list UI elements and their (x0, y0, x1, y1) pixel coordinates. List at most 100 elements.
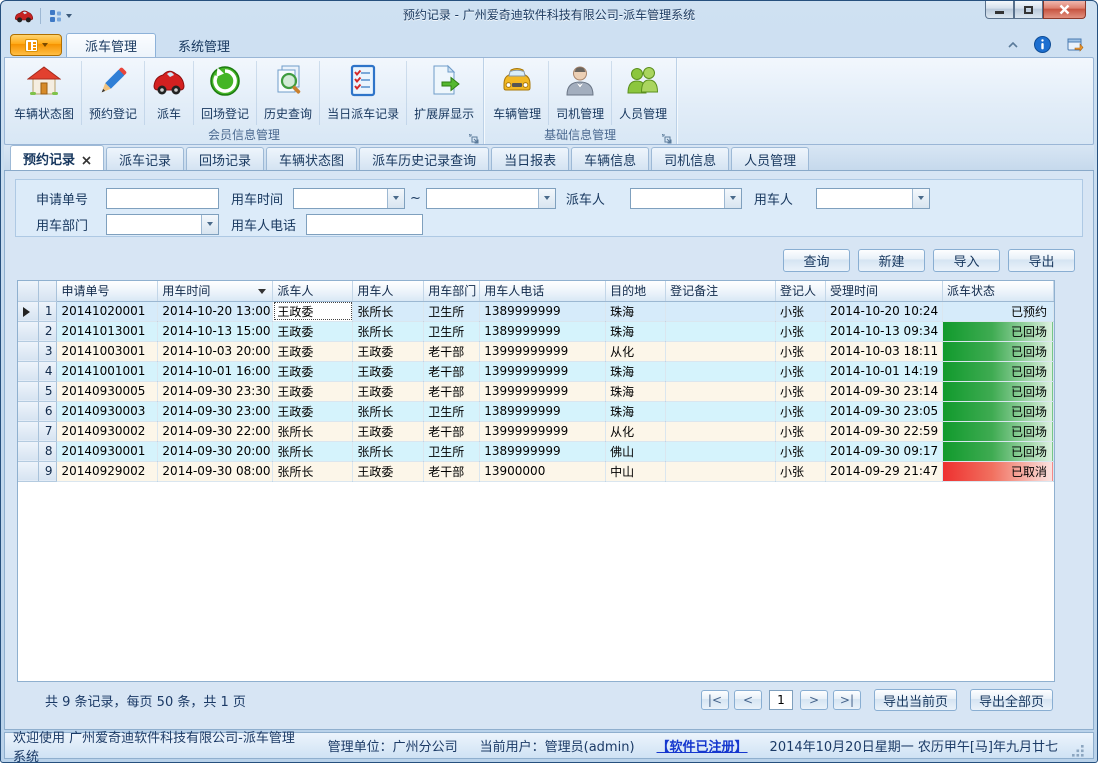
cell-register-note[interactable] (666, 421, 776, 441)
return-register-button[interactable]: 回场登记 (194, 61, 257, 125)
cell-application-no[interactable]: 20140930001 (57, 441, 158, 461)
cell-use-time[interactable]: 2014-09-30 23:00 (158, 401, 273, 421)
last-page-button[interactable]: >| (833, 690, 861, 710)
extend-screen-button[interactable]: 扩展屏显示 (407, 61, 481, 125)
cell-destination[interactable]: 佛山 (606, 441, 666, 461)
cell-car-user[interactable]: 王政委 (353, 381, 424, 401)
cell-user-phone[interactable]: 13999999999 (480, 361, 606, 381)
cell-accept-time[interactable]: 2014-10-03 18:11 (826, 341, 943, 361)
cell-user-phone[interactable]: 1389999999 (480, 401, 606, 421)
cell-user-phone[interactable]: 13999999999 (480, 381, 606, 401)
cell-car-user[interactable]: 王政委 (353, 361, 424, 381)
vehicle-management-button[interactable]: 车辆管理 (486, 61, 549, 125)
cell-registrar[interactable]: 小张 (776, 421, 826, 441)
cell-use-time[interactable]: 2014-09-30 20:00 (158, 441, 273, 461)
export-current-page-button[interactable]: 导出当前页 (874, 689, 957, 711)
column-header-registrar[interactable]: 登记人 (776, 281, 826, 301)
row-indicator-cell[interactable] (18, 441, 39, 461)
cell-department[interactable]: 老干部 (424, 381, 480, 401)
cell-registrar[interactable]: 小张 (776, 341, 826, 361)
cell-department[interactable]: 老干部 (424, 461, 480, 481)
cell-registrar[interactable]: 小张 (776, 361, 826, 381)
info-icon[interactable] (1034, 36, 1051, 53)
column-header-car-user[interactable]: 用车人 (353, 281, 424, 301)
cell-application-no[interactable]: 20140930003 (57, 401, 158, 421)
history-query-button[interactable]: 历史查询 (257, 61, 320, 125)
cell-dispatch-status[interactable]: 已回场 (942, 361, 1053, 381)
doc-tab-dispatch-records[interactable]: 派车记录 (106, 147, 184, 170)
cell-accept-time[interactable]: 2014-09-29 21:47 (826, 461, 943, 481)
row-number-cell[interactable]: 5 (39, 381, 57, 401)
cell-department[interactable]: 老干部 (424, 341, 480, 361)
page-number-input[interactable] (769, 690, 793, 710)
column-header-accept-time[interactable]: 受理时间 (826, 281, 943, 301)
cell-department[interactable]: 卫生所 (424, 321, 480, 341)
doc-tab-reservation-records[interactable]: 预约记录 (10, 145, 104, 170)
cell-register-note[interactable] (666, 361, 776, 381)
cell-dispatch-status[interactable]: 已回场 (942, 421, 1053, 441)
export-all-pages-button[interactable]: 导出全部页 (970, 689, 1053, 711)
row-number-cell[interactable]: 6 (39, 401, 57, 421)
next-page-button[interactable]: > (800, 690, 828, 710)
cell-car-user[interactable]: 王政委 (353, 461, 424, 481)
export-button[interactable]: 导出 (1008, 249, 1075, 272)
quick-access-toolbar-button[interactable] (46, 8, 75, 24)
cell-use-time[interactable]: 2014-09-30 22:00 (158, 421, 273, 441)
cell-registrar[interactable]: 小张 (776, 441, 826, 461)
minimize-button[interactable] (985, 1, 1014, 19)
column-header-dispatch-status[interactable]: 派车状态 (942, 281, 1053, 301)
cell-dispatch-status[interactable]: 已回场 (942, 381, 1053, 401)
driver-management-button[interactable]: 司机管理 (549, 61, 612, 125)
cell-destination[interactable]: 珠海 (606, 401, 666, 421)
close-tab-icon[interactable] (82, 154, 91, 163)
user-phone-input[interactable] (306, 214, 423, 235)
cell-use-time[interactable]: 2014-09-30 23:30 (158, 381, 273, 401)
cell-user-phone[interactable]: 13999999999 (480, 341, 606, 361)
cell-application-no[interactable]: 20140930002 (57, 421, 158, 441)
maximize-button[interactable] (1014, 1, 1043, 19)
cell-use-time[interactable]: 2014-10-03 20:00 (158, 341, 273, 361)
cell-registrar[interactable]: 小张 (776, 321, 826, 341)
cell-accept-time[interactable]: 2014-10-20 10:24 (826, 301, 943, 321)
row-indicator-cell[interactable] (18, 381, 39, 401)
column-header-destination[interactable]: 目的地 (606, 281, 666, 301)
cell-use-time[interactable]: 2014-09-30 08:00 (158, 461, 273, 481)
query-button[interactable]: 查询 (783, 249, 850, 272)
column-header-user-phone[interactable]: 用车人电话 (480, 281, 606, 301)
cell-destination[interactable]: 从化 (606, 421, 666, 441)
row-number-cell[interactable]: 1 (39, 301, 57, 321)
software-registered-link[interactable]: 【软件已注册】 (657, 736, 748, 755)
cell-dispatch-status[interactable]: 已回场 (942, 401, 1053, 421)
cell-dispatcher[interactable]: 王政委 (273, 321, 353, 341)
cell-application-no[interactable]: 20140930005 (57, 381, 158, 401)
cell-dispatcher[interactable]: 王政委 (273, 381, 353, 401)
cell-dispatch-status[interactable]: 已回场 (942, 441, 1053, 461)
dropdown-arrow-icon[interactable] (724, 189, 741, 208)
cell-application-no[interactable]: 20140929002 (57, 461, 158, 481)
column-header-register-note[interactable]: 登记备注 (666, 281, 776, 301)
doc-tab-daily-report[interactable]: 当日报表 (491, 147, 569, 170)
cell-dispatcher[interactable]: 王政委 (273, 341, 353, 361)
row-number-cell[interactable]: 9 (39, 461, 57, 481)
cell-dispatcher[interactable]: 王政委 (273, 361, 353, 381)
dialog-launcher-icon[interactable] (662, 130, 673, 141)
cell-car-user[interactable]: 王政委 (353, 341, 424, 361)
dialog-launcher-icon[interactable] (469, 130, 480, 141)
cell-destination[interactable]: 珠海 (606, 301, 666, 321)
personnel-management-button[interactable]: 人员管理 (612, 61, 674, 125)
dropdown-arrow-icon[interactable] (387, 189, 404, 208)
dispatcher-combo[interactable] (630, 188, 742, 209)
column-header-application-no[interactable]: 申请单号 (57, 281, 158, 301)
cell-register-note[interactable] (666, 461, 776, 481)
new-button[interactable]: 新建 (858, 249, 925, 272)
vehicle-status-map-button[interactable]: 车辆状态图 (7, 61, 82, 125)
row-indicator-cell[interactable] (18, 301, 39, 321)
cell-car-user[interactable]: 张所长 (353, 401, 424, 421)
cell-user-phone[interactable]: 1389999999 (480, 441, 606, 461)
cell-registrar[interactable]: 小张 (776, 401, 826, 421)
dropdown-arrow-icon[interactable] (538, 189, 555, 208)
doc-tab-dispatch-history-query[interactable]: 派车历史记录查询 (359, 147, 489, 170)
cell-register-note[interactable] (666, 301, 776, 321)
cell-accept-time[interactable]: 2014-10-01 14:19 (826, 361, 943, 381)
cell-department[interactable]: 卫生所 (424, 401, 480, 421)
